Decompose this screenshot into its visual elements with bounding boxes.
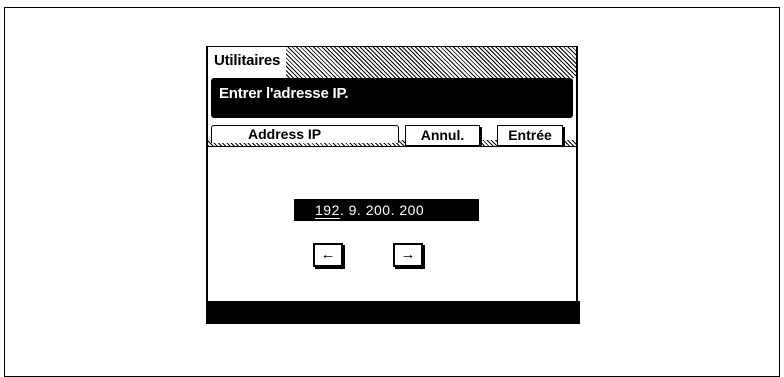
- utility-panel: Utilitaires Entrer l'adresse IP. Address…: [206, 46, 580, 324]
- title-bar: Utilitaires: [208, 46, 576, 78]
- enter-button[interactable]: Entrée: [497, 125, 563, 146]
- left-arrow-button[interactable]: ←: [313, 243, 343, 267]
- arrow-right-icon: →: [400, 246, 416, 263]
- instruction-message: Entrer l'adresse IP.: [211, 78, 573, 118]
- cancel-button[interactable]: Annul.: [405, 125, 480, 146]
- ip-address-field[interactable]: 192. 9. 200. 200: [294, 199, 479, 221]
- ip-remaining-octets: . 9. 200. 200: [339, 202, 425, 218]
- ip-octet-1: 192: [315, 202, 340, 218]
- arrow-left-icon: ←: [320, 246, 336, 263]
- right-arrow-button[interactable]: →: [393, 243, 423, 267]
- tab-row: Address IP Annul. Entrée: [208, 122, 576, 146]
- content-area: 192. 9. 200. 200 ← →: [208, 146, 576, 299]
- tab-address-ip[interactable]: Address IP: [211, 125, 399, 143]
- footer-bar: [206, 301, 580, 324]
- panel-title: Utilitaires: [208, 47, 287, 78]
